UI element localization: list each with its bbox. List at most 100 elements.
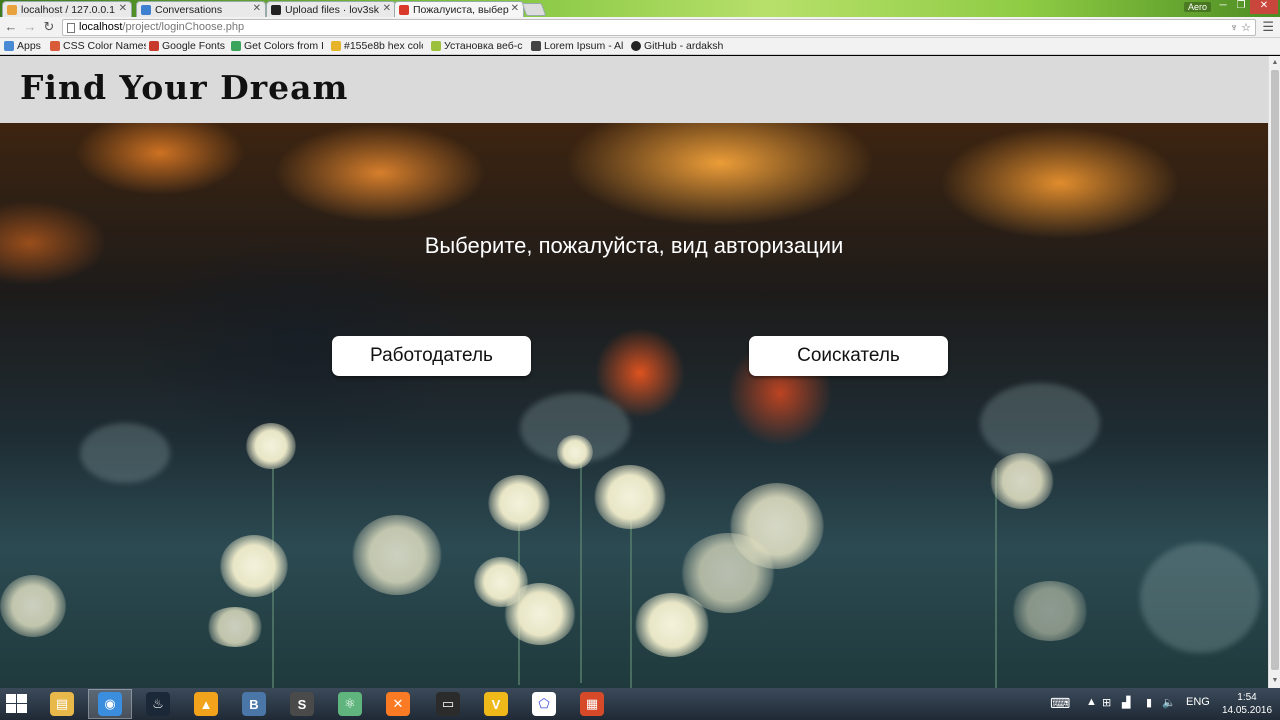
taskbar-app[interactable]: ▦ (570, 689, 614, 719)
bookmark-label: Google Fonts (162, 40, 226, 52)
theme-label: Aero (1184, 2, 1212, 12)
dandelion-puff (680, 533, 776, 613)
dandelion-stem (580, 463, 582, 683)
steam-icon: ♨ (146, 692, 170, 716)
sublime-text-icon: S (290, 692, 314, 716)
new-tab-button[interactable] (521, 3, 547, 16)
bookmark-label: GitHub - ardaksh (644, 40, 723, 52)
taskbar-app[interactable]: ▤ (40, 689, 84, 719)
windows-start-icon[interactable] (6, 694, 28, 714)
bookmark-label: Lorem Ipsum - All (544, 40, 623, 52)
action-center-icon[interactable]: ⊞ (1102, 696, 1111, 709)
bookmark-web-server[interactable]: Установка веб-се (431, 40, 523, 52)
tab-label: Conversations (155, 4, 223, 16)
rubiks-cube-icon: ▦ (580, 692, 604, 716)
clock-date: 14.05.2016 (1221, 705, 1273, 716)
scrollbar-thumb[interactable] (1271, 70, 1279, 670)
volume-icon[interactable]: 🔈 (1162, 696, 1176, 709)
taskbar-app[interactable]: ▭ (426, 689, 470, 719)
site-header: Find Your Dream (0, 56, 1268, 123)
scroll-up-icon[interactable]: ▲ (1269, 57, 1280, 69)
browser-toolbar: ← → ↻ localhost/project/loginChoose.php … (0, 17, 1280, 38)
url-host: localhost (79, 21, 123, 33)
dandelion-puff (557, 435, 593, 469)
bookmark-label: CSS Color Names (63, 40, 146, 52)
employer-button[interactable]: Работодатель (332, 336, 531, 376)
taskbar-app[interactable]: ▲ (184, 689, 228, 719)
dandelion-puff (220, 535, 288, 597)
bokeh-dot (980, 383, 1100, 463)
battery-icon[interactable]: ▮ (1146, 696, 1152, 709)
taskbar-app[interactable]: ✕ (376, 689, 420, 719)
dandelion-stem (995, 468, 997, 688)
chrome-menu-icon[interactable]: ☰ (1262, 19, 1274, 35)
scroll-down-icon[interactable]: ▼ (1269, 675, 1280, 687)
bookmark-label: #155e8b hex colo (344, 40, 423, 52)
dandelion-stem (630, 503, 632, 688)
job-seeker-button[interactable]: Соискатель (749, 336, 948, 376)
vk-icon: B (242, 692, 266, 716)
taskbar-app[interactable]: ♨ (136, 689, 180, 719)
github-icon (271, 5, 281, 15)
dandelion-puff (488, 475, 550, 531)
tab-conversations[interactable]: Conversations ✕ (136, 1, 266, 17)
page-scrollbar[interactable]: ▲ ▼ (1268, 56, 1280, 688)
taskbar-app[interactable]: V (474, 689, 518, 719)
close-icon[interactable]: ✕ (511, 3, 519, 14)
graph-app-icon: ⬠ (532, 692, 556, 716)
tray-expand-icon[interactable]: ▲ (1086, 696, 1097, 708)
bookmark-colors-icon (231, 41, 241, 51)
tab-label: Upload files · lov3sk (285, 4, 379, 16)
back-button[interactable]: ← (3, 19, 19, 34)
taskbar-app[interactable]: B (232, 689, 276, 719)
network-icon[interactable]: ▟ (1122, 696, 1130, 709)
bookmark-get-colors[interactable]: Get Colors from I (231, 40, 323, 52)
site-logo[interactable]: Find Your Dream (20, 68, 348, 107)
hero-background: Выберите, пожалуйста, вид авторизации Ра… (0, 123, 1268, 688)
close-icon[interactable]: ✕ (383, 3, 391, 14)
tab-upload-files[interactable]: Upload files · lov3sk ✕ (266, 1, 396, 17)
terminal-icon: ▭ (436, 692, 460, 716)
browser-tab-strip: localhost / 127.0.0.1 ✕ Conversations ✕ … (0, 0, 1280, 17)
language-indicator[interactable]: ENG (1186, 696, 1210, 708)
xampp-icon: ✕ (386, 692, 410, 716)
clock-time: 1:54 (1237, 692, 1257, 703)
forward-button[interactable]: → (22, 19, 38, 34)
dandelion-puff (1010, 581, 1090, 641)
reload-button[interactable]: ↻ (41, 19, 57, 35)
bookmark-apps[interactable]: Apps (4, 40, 54, 52)
minimize-button[interactable]: ─ (1214, 0, 1232, 14)
dandelion-puff (594, 465, 666, 529)
window-close-button[interactable]: ✕ (1250, 0, 1278, 14)
tab-label: Пожалуиста, выбер (413, 4, 509, 16)
bookmark-label: Установка веб-се (444, 40, 523, 52)
close-icon[interactable]: ✕ (119, 3, 127, 14)
system-clock[interactable]: 1:54 14.05.2016 (1218, 691, 1276, 717)
tab-localhost[interactable]: localhost / 127.0.0.1 ✕ (2, 1, 132, 17)
taskbar-app[interactable]: ⚛ (328, 689, 372, 719)
page-icon (67, 23, 75, 33)
dandelion-puff (504, 583, 576, 645)
keyboard-icon[interactable]: ⌨ (1050, 695, 1070, 712)
close-icon[interactable]: ✕ (253, 3, 261, 14)
maximize-button[interactable]: ❐ (1232, 0, 1250, 14)
bookmark-hex-icon (331, 41, 341, 51)
taskbar-app[interactable]: ◉ (88, 689, 132, 719)
address-bar[interactable]: localhost/project/loginChoose.php ♆ ☆ (62, 19, 1256, 36)
bokeh-dot (1140, 543, 1260, 653)
vivaldi-icon: V (484, 692, 508, 716)
bookmark-google-fonts[interactable]: Google Fonts (149, 40, 229, 52)
file-explorer-icon: ▤ (50, 692, 74, 716)
taskbar-app[interactable]: S (280, 689, 324, 719)
bookmark-web-icon (431, 41, 441, 51)
bookmark-lorem-ipsum[interactable]: Lorem Ipsum - All (531, 40, 623, 52)
web-page: Find Your Dream Выберите, пожалуйста, ви… (0, 56, 1268, 688)
bookmark-css-color-names[interactable]: CSS Color Names (50, 40, 146, 52)
dandelion-puff (246, 423, 296, 469)
tab-login-choose[interactable]: Пожалуиста, выбер ✕ (394, 1, 524, 17)
bookmark-hex-color[interactable]: #155e8b hex colo (331, 40, 423, 52)
apps-grid-icon (4, 41, 14, 51)
bookmark-star-icon[interactable]: ♆ ☆ (1230, 21, 1251, 34)
bookmark-github[interactable]: GitHub - ardaksh (631, 40, 723, 52)
taskbar-app[interactable]: ⬠ (522, 689, 566, 719)
